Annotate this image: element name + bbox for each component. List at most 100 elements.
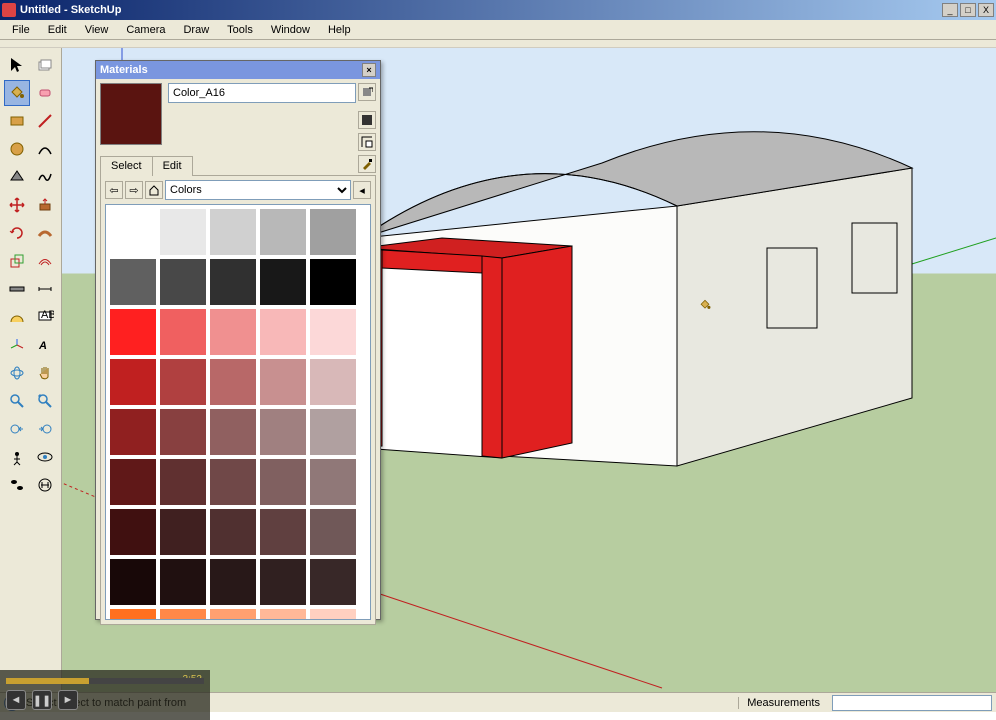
color-swatch[interactable]	[209, 308, 257, 356]
color-swatch[interactable]	[209, 408, 257, 456]
offset-tool[interactable]	[32, 248, 58, 274]
color-swatch[interactable]	[159, 408, 207, 456]
circle-tool[interactable]	[4, 136, 30, 162]
color-swatch[interactable]	[309, 408, 357, 456]
color-swatch[interactable]	[109, 408, 157, 456]
menu-tools[interactable]: Tools	[219, 22, 261, 38]
color-swatch[interactable]	[209, 258, 257, 306]
color-swatch[interactable]	[109, 558, 157, 606]
move-tool[interactable]	[4, 192, 30, 218]
next-view-tool[interactable]	[32, 416, 58, 442]
arc-tool[interactable]	[32, 136, 58, 162]
current-material-swatch[interactable]	[100, 83, 162, 145]
color-swatch[interactable]	[209, 608, 257, 620]
materials-panel-titlebar[interactable]: Materials ×	[96, 61, 380, 79]
measurements-input[interactable]	[832, 695, 992, 711]
color-swatch[interactable]	[309, 508, 357, 556]
orbit-tool[interactable]	[4, 360, 30, 386]
color-swatch[interactable]	[309, 258, 357, 306]
menu-help[interactable]: Help	[320, 22, 359, 38]
color-swatch[interactable]	[259, 558, 307, 606]
color-swatch[interactable]	[259, 608, 307, 620]
section-plane-tool[interactable]	[32, 472, 58, 498]
color-swatch[interactable]	[209, 458, 257, 506]
color-swatch[interactable]	[109, 208, 157, 256]
look-around-tool[interactable]	[32, 444, 58, 470]
nav-home-button[interactable]	[145, 181, 163, 199]
color-swatch[interactable]	[209, 558, 257, 606]
tab-edit[interactable]: Edit	[152, 156, 193, 176]
color-swatch[interactable]	[309, 458, 357, 506]
color-swatch[interactable]	[159, 608, 207, 620]
color-swatch[interactable]	[209, 208, 257, 256]
menu-draw[interactable]: Draw	[175, 22, 217, 38]
color-swatch[interactable]	[309, 358, 357, 406]
color-swatch[interactable]	[259, 408, 307, 456]
push-pull-tool[interactable]	[32, 192, 58, 218]
eraser-tool[interactable]	[32, 80, 58, 106]
color-swatch[interactable]	[259, 358, 307, 406]
color-swatch[interactable]	[209, 508, 257, 556]
color-swatch[interactable]	[259, 208, 307, 256]
polygon-tool[interactable]	[4, 164, 30, 190]
make-component-tool[interactable]	[32, 52, 58, 78]
color-swatch[interactable]	[159, 258, 207, 306]
text-tool[interactable]: ABC	[32, 304, 58, 330]
menu-camera[interactable]: Camera	[118, 22, 173, 38]
video-play-button[interactable]: ❚❚	[32, 690, 52, 710]
close-button[interactable]: X	[978, 3, 994, 17]
tape-measure-tool[interactable]	[4, 276, 30, 302]
nav-back-button[interactable]: ⇦	[105, 181, 123, 199]
menu-edit[interactable]: Edit	[40, 22, 75, 38]
dimensions-tool[interactable]	[32, 276, 58, 302]
pan-tool[interactable]	[32, 360, 58, 386]
color-swatch[interactable]	[209, 358, 257, 406]
color-swatch[interactable]	[159, 208, 207, 256]
material-name-input[interactable]	[168, 83, 356, 103]
color-swatch[interactable]	[109, 258, 157, 306]
color-swatch[interactable]	[109, 458, 157, 506]
position-camera-tool[interactable]	[4, 444, 30, 470]
video-prev-button[interactable]: ◄	[6, 690, 26, 710]
paint-bucket-tool[interactable]	[4, 80, 30, 106]
minimize-button[interactable]: _	[942, 3, 958, 17]
default-material-button[interactable]	[358, 111, 376, 129]
previous-view-tool[interactable]	[4, 416, 30, 442]
set-material-button[interactable]	[358, 133, 376, 151]
color-swatch-grid[interactable]	[105, 204, 371, 620]
3d-text-tool[interactable]: A	[32, 332, 58, 358]
color-swatch[interactable]	[109, 608, 157, 620]
color-swatch[interactable]	[159, 308, 207, 356]
color-swatch[interactable]	[309, 558, 357, 606]
color-swatch[interactable]	[259, 508, 307, 556]
freehand-tool[interactable]	[32, 164, 58, 190]
color-swatch[interactable]	[259, 258, 307, 306]
color-swatch[interactable]	[159, 458, 207, 506]
rectangle-tool[interactable]	[4, 108, 30, 134]
color-swatch[interactable]	[309, 608, 357, 620]
maximize-button[interactable]: □	[960, 3, 976, 17]
materials-panel[interactable]: Materials × Select Edit ⇦	[95, 60, 381, 620]
follow-me-tool[interactable]	[32, 220, 58, 246]
nav-forward-button[interactable]: ⇨	[125, 181, 143, 199]
color-swatch[interactable]	[159, 358, 207, 406]
tab-select[interactable]: Select	[100, 156, 153, 176]
menu-view[interactable]: View	[77, 22, 117, 38]
color-swatch[interactable]	[159, 508, 207, 556]
color-swatch[interactable]	[309, 308, 357, 356]
color-swatch[interactable]	[309, 208, 357, 256]
protractor-tool[interactable]	[4, 304, 30, 330]
scale-tool[interactable]	[4, 248, 30, 274]
color-swatch[interactable]	[259, 458, 307, 506]
video-next-button[interactable]: ►	[58, 690, 78, 710]
rotate-tool[interactable]	[4, 220, 30, 246]
walk-tool[interactable]	[4, 472, 30, 498]
zoom-tool[interactable]	[4, 388, 30, 414]
menu-window[interactable]: Window	[263, 22, 318, 38]
axes-tool[interactable]	[4, 332, 30, 358]
color-swatch[interactable]	[259, 308, 307, 356]
select-tool[interactable]	[4, 52, 30, 78]
materials-close-button[interactable]: ×	[362, 63, 376, 77]
color-swatch[interactable]	[109, 508, 157, 556]
material-library-dropdown[interactable]: Colors	[165, 180, 351, 200]
